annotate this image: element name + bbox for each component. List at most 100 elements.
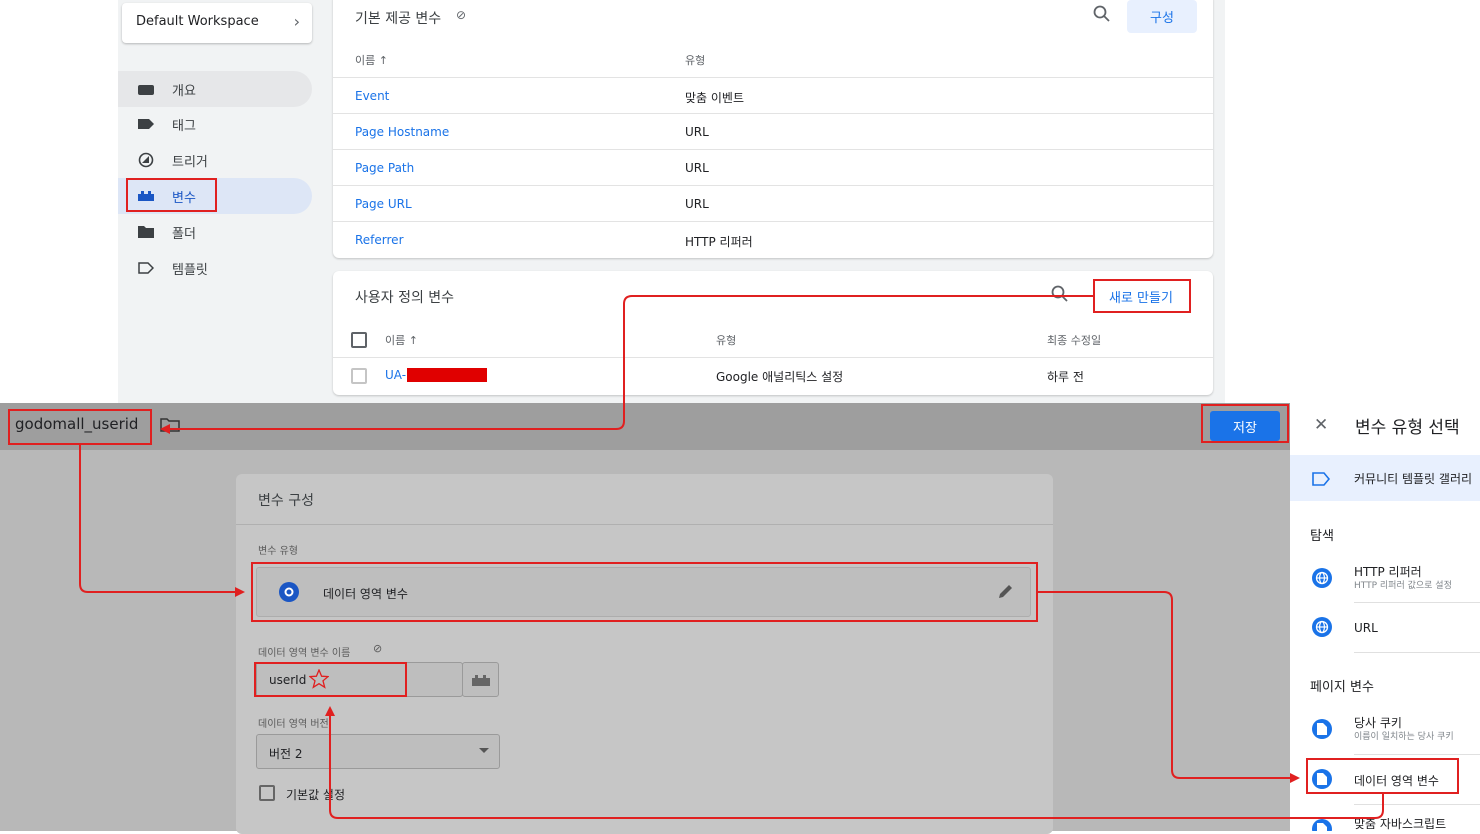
drawer-header: ✕ 변수 유형 선택 bbox=[1290, 403, 1480, 445]
sidebar-item-label: 템플릿 bbox=[172, 262, 208, 278]
sidebar-item-label: 트리거 bbox=[172, 154, 208, 170]
document-icon bbox=[1312, 769, 1332, 789]
sidebar-item-folders[interactable]: 폴더 bbox=[118, 214, 312, 250]
dropdown-arrow-icon bbox=[479, 748, 489, 753]
overview-icon bbox=[136, 83, 156, 95]
template-icon bbox=[136, 262, 156, 274]
type-item-custom-javascript[interactable]: 맞춤 자바스크립트 bbox=[1290, 806, 1480, 831]
variable-type-value: 데이터 영역 변수 bbox=[323, 587, 408, 601]
type-item-first-party-cookie[interactable]: 당사 쿠키 이름이 일치하는 당사 쿠키 bbox=[1290, 706, 1480, 754]
configure-button[interactable]: 구성 bbox=[1127, 0, 1197, 33]
sidebar-item-overview[interactable]: 개요 bbox=[118, 71, 312, 107]
folder-icon[interactable] bbox=[160, 417, 180, 437]
main-content: 기본 제공 변수 ⊘ 구성 이름 ↑ 유형 Event 맞춤 이벤트 Page … bbox=[320, 0, 1225, 403]
variable-picker-button[interactable] bbox=[462, 662, 499, 697]
sidebar-item-label: 태그 bbox=[172, 118, 196, 134]
sidebar: Default Workspace › 개요 태그 트리거 변수 폴더 템플릿 bbox=[118, 0, 320, 403]
dl-name-input[interactable]: userId bbox=[256, 662, 463, 697]
table-row[interactable]: Event 맞춤 이벤트 bbox=[333, 77, 1213, 113]
user-defined-title: 사용자 정의 변수 bbox=[355, 290, 455, 306]
type-item-url[interactable]: URL bbox=[1290, 604, 1480, 652]
document-icon bbox=[1312, 819, 1332, 831]
chevron-right-icon: › bbox=[293, 12, 300, 31]
divider bbox=[1354, 652, 1480, 653]
variable-config-card: 변수 구성 변수 유형 데이터 영역 변수 데이터 영역 변수 이름 ⊘ use… bbox=[236, 474, 1053, 834]
sidebar-item-label: 개요 bbox=[172, 83, 196, 99]
variable-name-link[interactable]: Page Path bbox=[355, 161, 414, 175]
variable-type-drawer: ✕ 변수 유형 선택 커뮤니티 템플릿 갤러리 탐색 HTTP 리퍼러 HTTP… bbox=[1290, 403, 1480, 831]
table-row[interactable]: Referrer HTTP 리퍼러 bbox=[333, 221, 1213, 257]
dl-version-select[interactable]: 버전 2 bbox=[256, 734, 500, 769]
variable-name-field[interactable]: godomall_userid bbox=[15, 415, 138, 433]
table-row[interactable]: UA- Google 애널리틱스 설정 하루 전 bbox=[333, 357, 1213, 393]
community-label: 커뮤니티 템플릿 갤러리 bbox=[1354, 472, 1473, 486]
divider bbox=[1354, 804, 1480, 805]
sidebar-item-variables[interactable]: 변수 bbox=[118, 178, 312, 214]
table-row[interactable]: Page URL URL bbox=[333, 185, 1213, 221]
sidebar-item-tags[interactable]: 태그 bbox=[118, 106, 312, 142]
workspace-selector[interactable]: Default Workspace › bbox=[122, 3, 312, 43]
last-modified: 하루 전 bbox=[1047, 370, 1084, 384]
select-all-checkbox[interactable] bbox=[351, 332, 367, 348]
variable-name-link[interactable]: Referrer bbox=[355, 233, 404, 247]
table-row[interactable]: Page Path URL bbox=[333, 149, 1213, 185]
builtin-variables-card: 기본 제공 변수 ⊘ 구성 이름 ↑ 유형 Event 맞춤 이벤트 Page … bbox=[333, 0, 1213, 258]
type-title: URL bbox=[1354, 621, 1378, 635]
save-button[interactable]: 저장 bbox=[1210, 411, 1280, 441]
sidebar-item-label: 폴더 bbox=[172, 226, 196, 242]
user-defined-variables-card: 사용자 정의 변수 새로 만들기 이름 ↑ 유형 최종 수정일 UA- Goog… bbox=[333, 271, 1213, 395]
builtin-title: 기본 제공 변수 bbox=[355, 11, 442, 27]
variable-type-selector[interactable]: 데이터 영역 변수 bbox=[256, 567, 1031, 617]
dl-version-label: 데이터 영역 버전 bbox=[258, 719, 329, 730]
section-page-variables: 페이지 변수 bbox=[1310, 680, 1374, 695]
variable-type: Google 애널리틱스 설정 bbox=[716, 370, 844, 384]
variable-type-label: 변수 유형 bbox=[258, 546, 298, 557]
default-value-checkbox[interactable] bbox=[259, 785, 275, 801]
tag-icon bbox=[136, 118, 156, 130]
globe-icon bbox=[1312, 617, 1332, 637]
column-header-name[interactable]: 이름 ↑ bbox=[355, 52, 388, 68]
dl-name-value: userId bbox=[269, 673, 307, 687]
type-item-http-referrer[interactable]: HTTP 리퍼러 HTTP 리퍼러 값으로 설정 bbox=[1290, 555, 1480, 603]
close-icon[interactable]: ✕ bbox=[1314, 415, 1328, 435]
variable-type: 맞춤 이벤트 bbox=[685, 91, 745, 105]
default-value-label: 기본값 설정 bbox=[286, 788, 346, 802]
edit-pencil-icon[interactable] bbox=[997, 582, 1015, 604]
community-template-gallery[interactable]: 커뮤니티 템플릿 갤러리 bbox=[1290, 455, 1480, 501]
row-checkbox[interactable] bbox=[351, 368, 367, 384]
dl-version-value: 버전 2 bbox=[269, 747, 303, 761]
variable-type: URL bbox=[685, 161, 709, 175]
type-desc: HTTP 리퍼러 값으로 설정 bbox=[1354, 581, 1452, 591]
variable-name-link[interactable]: Page Hostname bbox=[355, 125, 449, 139]
config-card-title: 변수 구성 bbox=[258, 493, 314, 509]
section-navigation: 탐색 bbox=[1310, 529, 1334, 544]
table-row[interactable]: Page Hostname URL bbox=[333, 113, 1213, 149]
sidebar-item-templates[interactable]: 템플릿 bbox=[118, 250, 312, 286]
variable-name-link[interactable]: UA- bbox=[385, 368, 406, 382]
help-icon[interactable]: ⊘ bbox=[373, 642, 382, 655]
dl-name-label: 데이터 영역 변수 이름 bbox=[258, 648, 351, 659]
search-icon[interactable] bbox=[1093, 5, 1111, 27]
editor-header: godomall_userid 저장 bbox=[0, 403, 1290, 450]
trigger-icon bbox=[136, 152, 156, 168]
type-item-data-layer-variable[interactable]: 데이터 영역 변수 bbox=[1290, 756, 1480, 804]
redacted-block bbox=[407, 368, 487, 382]
type-desc: 이름이 일치하는 당사 쿠키 bbox=[1354, 732, 1454, 742]
sidebar-item-triggers[interactable]: 트리거 bbox=[118, 142, 312, 178]
folder-icon bbox=[136, 226, 156, 238]
variable-type: URL bbox=[685, 197, 709, 211]
drawer-title: 변수 유형 선택 bbox=[1355, 418, 1460, 438]
column-header-name[interactable]: 이름 ↑ bbox=[385, 332, 418, 348]
divider bbox=[1354, 754, 1480, 755]
gear-icon bbox=[279, 582, 299, 602]
column-header-type: 유형 bbox=[685, 54, 706, 67]
column-header-modified: 최종 수정일 bbox=[1047, 334, 1102, 347]
variable-type: HTTP 리퍼러 bbox=[685, 235, 753, 249]
search-icon[interactable] bbox=[1051, 285, 1069, 307]
help-icon[interactable]: ⊘ bbox=[456, 8, 466, 22]
variable-name-link[interactable]: Page URL bbox=[355, 197, 412, 211]
new-variable-button[interactable]: 새로 만들기 bbox=[1109, 287, 1173, 306]
variable-name-link[interactable]: Event bbox=[355, 89, 389, 103]
globe-icon bbox=[1312, 568, 1332, 588]
divider bbox=[1354, 602, 1480, 603]
